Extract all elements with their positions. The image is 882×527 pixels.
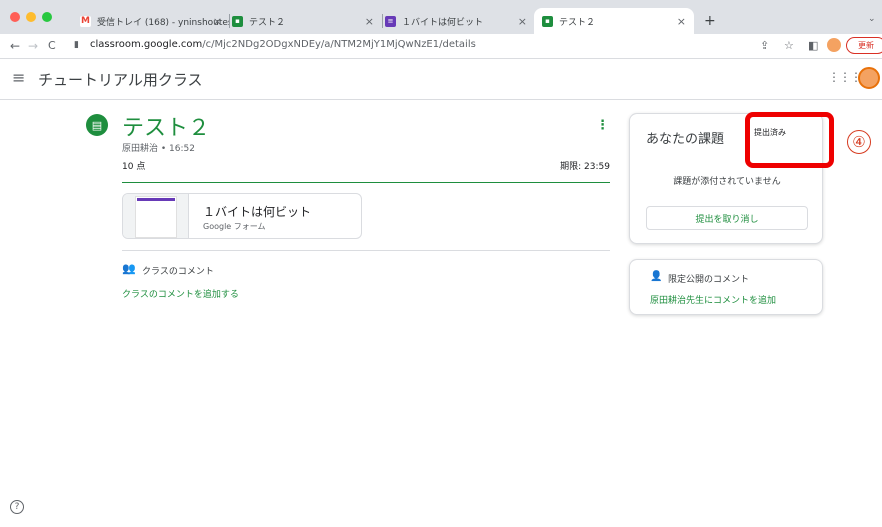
- browser-tab-forms[interactable]: ≡ １バイトは何ビット ×: [385, 8, 535, 34]
- maximize-window-button[interactable]: [42, 12, 52, 22]
- person-icon: 👤: [650, 271, 663, 282]
- browser-tab-classroom[interactable]: ▪ テスト２ ×: [232, 8, 382, 34]
- annotation-marker: ④: [847, 130, 871, 154]
- address-bar[interactable]: classroom.google.com/c/Mjc2NDg2ODgxNDEy/…: [90, 39, 476, 50]
- no-attachment-text: 課題が添付されていません: [673, 177, 781, 187]
- assignment-points: 10 点: [122, 162, 146, 172]
- private-comments-label: 限定公開のコメント: [668, 275, 750, 285]
- help-icon[interactable]: ?: [10, 500, 24, 514]
- profile-avatar-icon[interactable]: [827, 38, 841, 52]
- assignment-due: 期限: 23:59: [560, 162, 610, 172]
- add-private-comment-link[interactable]: 原田耕治先生にコメントを追加: [650, 293, 776, 306]
- bookmark-star-icon[interactable]: ☆: [784, 39, 794, 52]
- url-domain: classroom.google.com: [90, 39, 203, 50]
- assignment-icon: ▤: [86, 114, 108, 136]
- google-apps-icon[interactable]: ⋮⋮⋮: [828, 70, 862, 84]
- avatar[interactable]: [858, 67, 880, 89]
- annotation-highlight-box: [745, 112, 834, 168]
- close-tab-icon[interactable]: ×: [213, 15, 222, 28]
- attachment-type: Google フォーム: [203, 222, 266, 231]
- attachment-thumbnail: [123, 194, 189, 238]
- close-tab-icon[interactable]: ×: [677, 15, 686, 28]
- close-window-button[interactable]: [10, 12, 20, 22]
- minimize-window-button[interactable]: [26, 12, 36, 22]
- classroom-icon: ▪: [232, 15, 243, 27]
- tab-title: テスト２: [559, 17, 596, 28]
- forms-icon: ≡: [385, 15, 396, 27]
- divider: [122, 182, 610, 183]
- people-icon: 👥: [122, 262, 136, 275]
- assignment-meta: 原田耕治 • 16:52: [122, 144, 195, 154]
- new-tab-button[interactable]: +: [704, 13, 716, 29]
- browser-toolbar: ← → C ▮ classroom.google.com/c/Mjc2NDg2O…: [0, 34, 882, 59]
- attachment-card[interactable]: １バイトは何ビット Google フォーム: [122, 193, 362, 239]
- tab-title: １バイトは何ビット: [402, 17, 484, 28]
- attachment-title: １バイトは何ビット: [203, 205, 312, 219]
- share-icon[interactable]: ⇪: [760, 39, 769, 52]
- classroom-icon: ▪: [542, 15, 553, 27]
- forward-icon[interactable]: →: [28, 39, 38, 53]
- tab-search-icon[interactable]: ⌄: [868, 14, 876, 24]
- url-path: /c/Mjc2NDg2ODgxNDEy/a/NTM2MjY1MjQwNzE1/d…: [202, 39, 476, 50]
- tab-title: テスト２: [249, 17, 286, 28]
- your-work-title: あなたの課題: [646, 132, 725, 147]
- tab-title: 受信トレイ (168) - yninshoutest: [97, 17, 230, 28]
- menu-icon[interactable]: ≡: [12, 68, 25, 87]
- side-panel-icon[interactable]: ◧: [808, 39, 818, 52]
- class-name[interactable]: チュートリアル用クラス: [38, 69, 203, 90]
- assignment-title: テスト２: [122, 116, 211, 141]
- close-tab-icon[interactable]: ×: [518, 15, 527, 28]
- add-class-comment-link[interactable]: クラスのコメントを追加する: [122, 287, 239, 300]
- divider: [122, 250, 610, 251]
- gmail-icon: M: [80, 15, 91, 27]
- classroom-header: ≡ チュートリアル用クラス ⋮⋮⋮: [0, 59, 882, 100]
- back-icon[interactable]: ←: [10, 39, 20, 53]
- browser-tab-strip: M 受信トレイ (168) - yninshoutest × ▪ テスト２ × …: [0, 0, 882, 34]
- close-tab-icon[interactable]: ×: [365, 15, 374, 28]
- browser-tab-gmail[interactable]: M 受信トレイ (168) - yninshoutest ×: [80, 8, 230, 34]
- browser-tab-active[interactable]: ▪ テスト２ ×: [534, 8, 694, 34]
- update-button[interactable]: 更新: [846, 37, 882, 54]
- private-comments-card: 👤 限定公開のコメント 原田耕治先生にコメントを追加: [629, 259, 823, 315]
- class-comments-label: クラスのコメント: [142, 267, 214, 277]
- lock-icon: ▮: [74, 40, 79, 50]
- unsubmit-button[interactable]: 提出を取り消し: [646, 206, 808, 230]
- reload-icon[interactable]: C: [48, 39, 56, 52]
- tab-divider: [229, 14, 230, 28]
- more-options-icon[interactable]: ⋮: [596, 118, 609, 133]
- tab-divider: [382, 14, 383, 28]
